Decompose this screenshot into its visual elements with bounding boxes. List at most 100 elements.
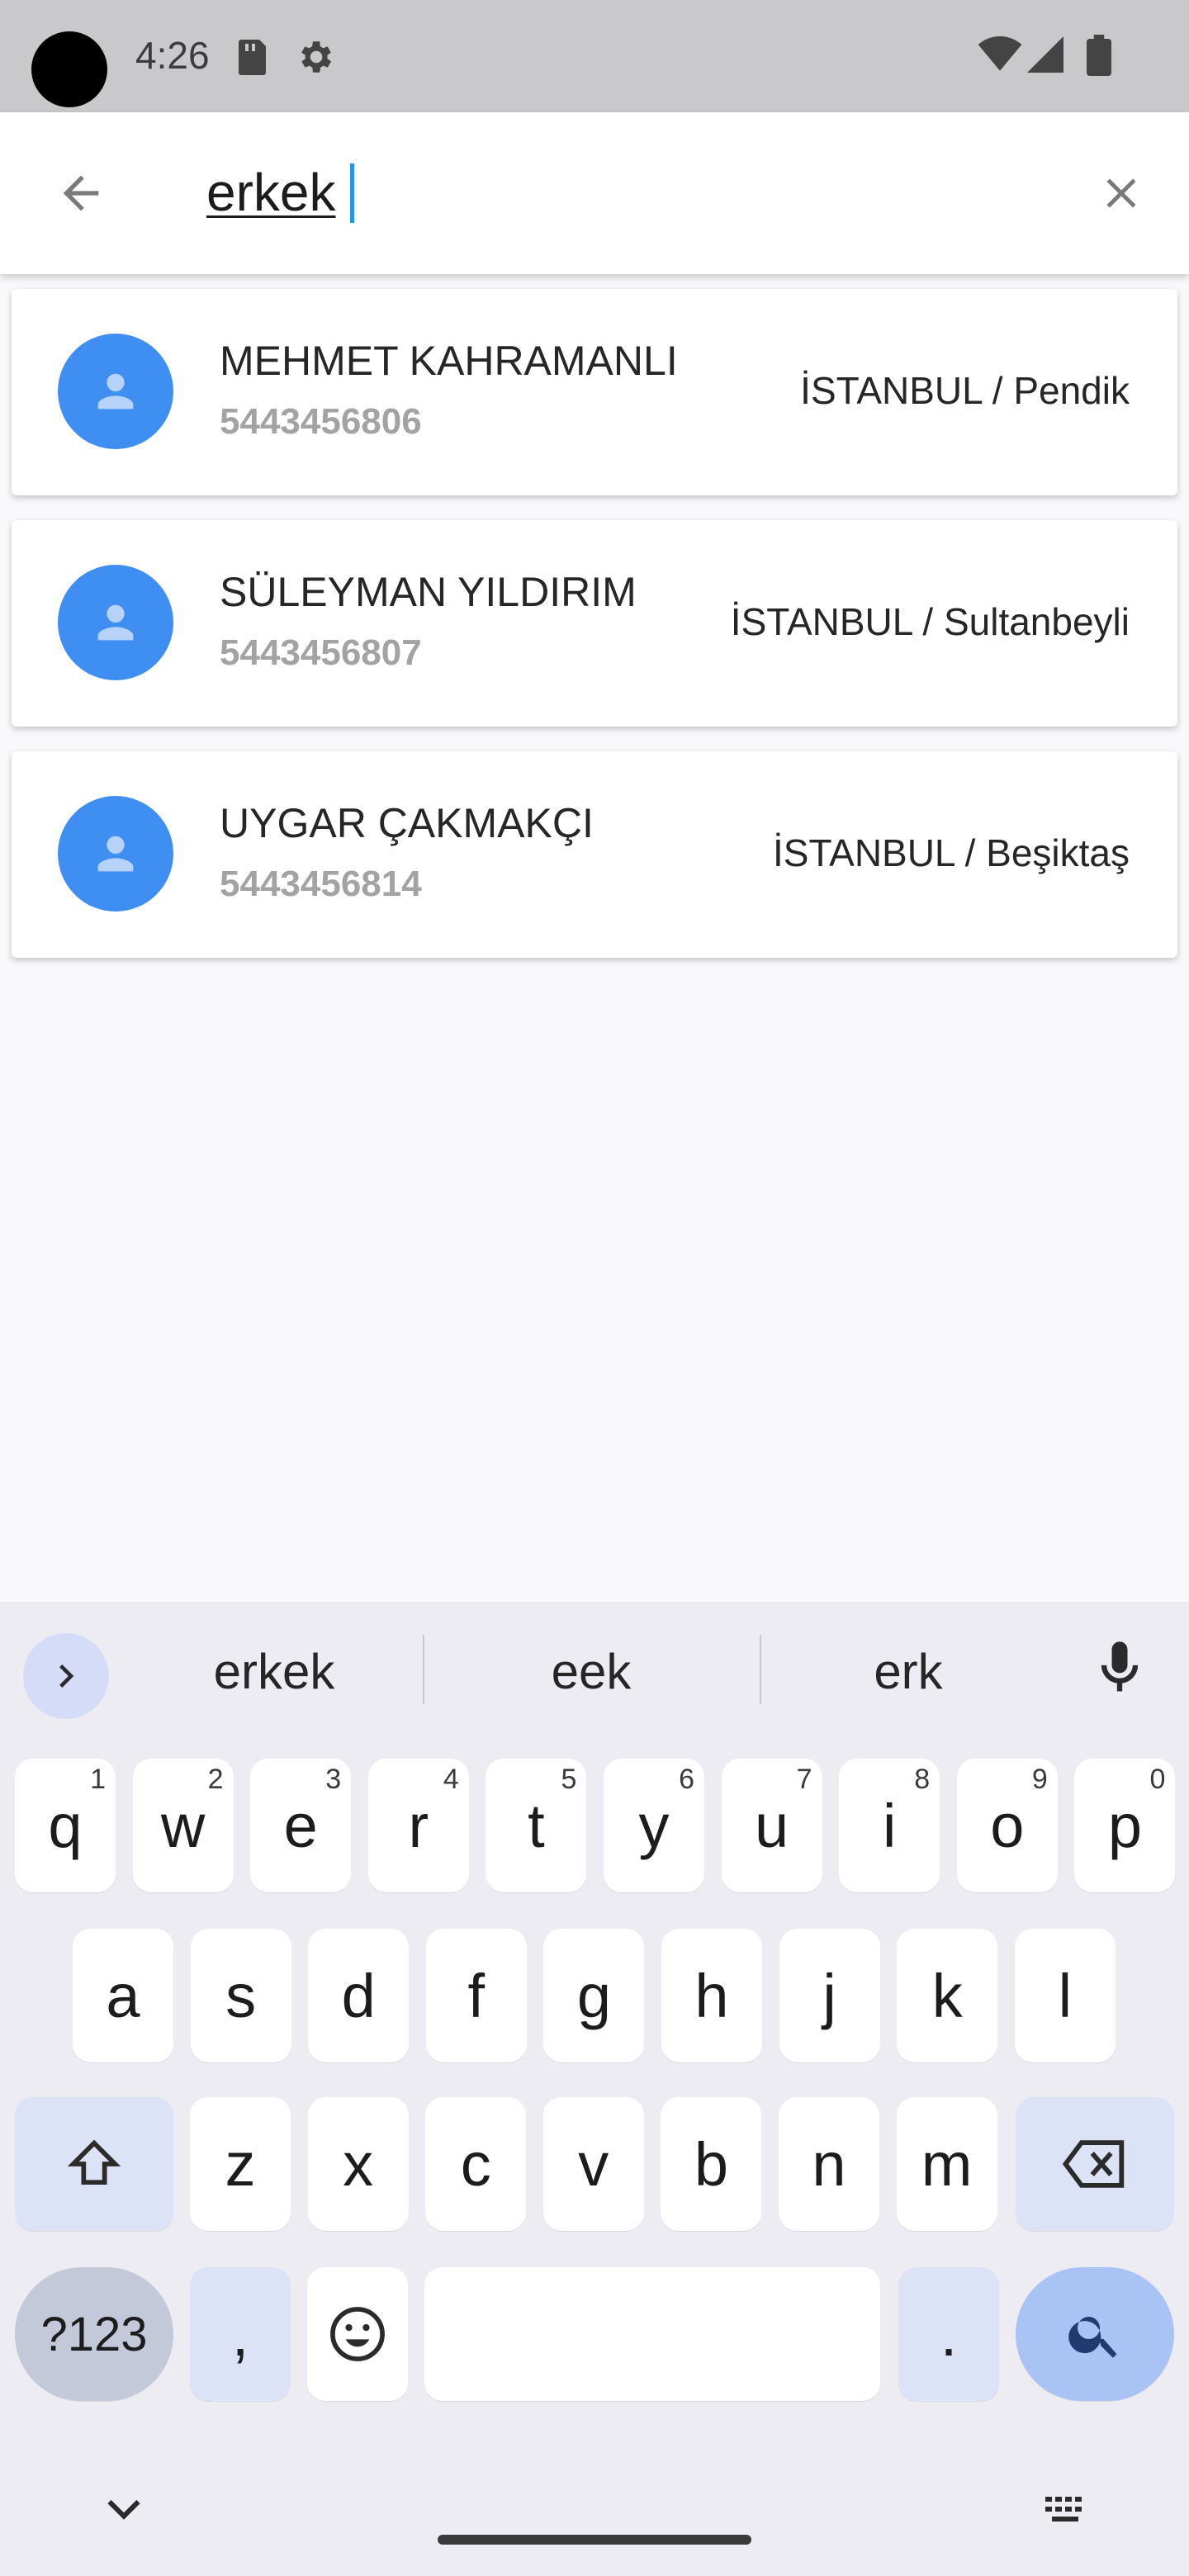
chevron-down-icon[interactable] (99, 2492, 149, 2528)
key-u[interactable]: u7 (721, 1759, 822, 1892)
contact-phone: 5443456806 (220, 401, 422, 442)
key-r[interactable]: r4 (367, 1759, 469, 1892)
key-a[interactable]: a (73, 1929, 173, 2062)
emoji-icon (330, 2307, 385, 2361)
key-hint-number: 3 (325, 1764, 342, 1795)
soft-keyboard: erkek eek erk q1w2e3r4t5y6u7i8o9p0 asdfg… (0, 1602, 1189, 2576)
avatar (58, 565, 173, 680)
text-cursor (350, 163, 354, 223)
search-action-key[interactable] (1016, 2267, 1174, 2401)
key-h[interactable]: h (661, 1929, 762, 2062)
key-d[interactable]: d (308, 1929, 410, 2062)
key-n[interactable]: n (779, 2097, 879, 2231)
shift-icon (67, 2139, 121, 2185)
key-b[interactable]: b (661, 2097, 762, 2231)
key-z[interactable]: z (190, 2097, 291, 2231)
key-q[interactable]: q1 (15, 1759, 116, 1892)
key-i[interactable]: i8 (839, 1759, 940, 1892)
key-x[interactable]: x (307, 2097, 409, 2231)
contact-name: UYGAR ÇAKMAKÇI (220, 800, 594, 846)
contact-phone: 5443456814 (220, 864, 422, 904)
keyboard-icon[interactable] (1042, 2493, 1092, 2526)
key-letter: y (638, 1791, 670, 1860)
contact-card[interactable]: MEHMET KAHRAMANLI 5443456806 İSTANBUL / … (12, 289, 1177, 495)
key-letter: q (48, 1791, 83, 1860)
key-e[interactable]: e3 (250, 1759, 352, 1892)
backspace-icon (1062, 2140, 1125, 2188)
key-g[interactable]: g (543, 1929, 645, 2062)
key-t[interactable]: t5 (486, 1759, 587, 1892)
suggestion-divider (760, 1635, 761, 1704)
key-letter: i (882, 1791, 897, 1860)
shift-key[interactable] (15, 2097, 173, 2231)
contact-name: SÜLEYMAN YILDIRIM (220, 569, 637, 615)
key-hint-number: 2 (207, 1764, 224, 1795)
key-hint-number: 1 (90, 1764, 106, 1795)
contact-phone: 5443456807 (220, 632, 422, 673)
suggestion-divider (423, 1635, 424, 1704)
contact-card[interactable]: UYGAR ÇAKMAKÇI 5443456814 İSTANBUL / Beş… (12, 751, 1177, 958)
key-hint-number: 6 (679, 1764, 694, 1795)
key-y[interactable]: y6 (604, 1759, 704, 1892)
status-time: 4:26 (135, 34, 210, 77)
person-icon (97, 604, 134, 641)
key-letter: u (755, 1791, 789, 1860)
backspace-key[interactable] (1016, 2097, 1174, 2231)
key-c[interactable]: c (425, 2097, 527, 2231)
symbols-key[interactable]: ?123 (15, 2267, 173, 2401)
key-letter: o (990, 1791, 1025, 1860)
key-l[interactable]: l (1014, 1929, 1116, 2062)
microphone-icon[interactable] (1088, 1635, 1151, 1701)
key-hint-number: 7 (796, 1764, 812, 1795)
back-button[interactable] (46, 159, 116, 228)
suggestion-1[interactable]: erkek (150, 1643, 398, 1700)
emoji-key[interactable] (307, 2267, 408, 2401)
contact-location: İSTANBUL / Sultanbeyli (730, 600, 1130, 643)
key-k[interactable]: k (897, 1929, 998, 2062)
key-letter: e (283, 1791, 318, 1860)
key-letter: w (160, 1791, 206, 1860)
key-j[interactable]: j (779, 1929, 880, 2062)
settings-gear-icon (301, 41, 331, 73)
contact-name: MEHMET KAHRAMANLI (220, 338, 678, 384)
close-icon (1106, 178, 1136, 208)
key-hint-number: 9 (1031, 1764, 1048, 1795)
gesture-nav-bar[interactable] (438, 2535, 751, 2545)
key-hint-number: 0 (1149, 1764, 1166, 1795)
search-input[interactable] (206, 155, 1032, 230)
key-p[interactable]: p0 (1074, 1759, 1176, 1892)
key-letter: p (1107, 1791, 1142, 1860)
key-s[interactable]: s (190, 1929, 291, 2062)
back-arrow-icon (63, 175, 99, 211)
cell-signal-icon (1027, 36, 1063, 73)
clear-search-button[interactable] (1087, 159, 1156, 228)
camera-cutout (31, 31, 107, 107)
key-hint-number: 8 (914, 1764, 931, 1795)
key-v[interactable]: v (542, 2097, 644, 2231)
period-key[interactable]: . (898, 2267, 999, 2401)
key-o[interactable]: o9 (956, 1759, 1058, 1892)
battery-icon (1087, 35, 1111, 76)
suggestion-expand-button[interactable] (23, 1633, 109, 1719)
key-letter: t (528, 1791, 545, 1860)
contact-card[interactable]: SÜLEYMAN YILDIRIM 5443456807 İSTANBUL / … (12, 520, 1177, 727)
suggestion-3[interactable]: erk (784, 1643, 1032, 1700)
suggestion-2[interactable]: eek (467, 1643, 715, 1700)
key-f[interactable]: f (425, 1929, 527, 2062)
status-bar: 4:26 (0, 0, 1189, 112)
space-key[interactable] (424, 2267, 880, 2401)
contact-location: İSTANBUL / Pendik (800, 369, 1130, 412)
person-icon (97, 836, 134, 872)
contact-location: İSTANBUL / Beşiktaş (772, 831, 1130, 874)
search-icon (1068, 2317, 1117, 2358)
avatar (58, 796, 173, 912)
key-m[interactable]: m (896, 2097, 997, 2231)
avatar (58, 334, 173, 449)
key-letter: r (408, 1791, 429, 1860)
person-icon (97, 373, 134, 410)
key-w[interactable]: w2 (132, 1759, 234, 1892)
wifi-icon (978, 36, 1022, 71)
key-hint-number: 5 (561, 1764, 577, 1795)
key-hint-number: 4 (443, 1764, 459, 1795)
comma-key[interactable]: , (190, 2267, 291, 2401)
